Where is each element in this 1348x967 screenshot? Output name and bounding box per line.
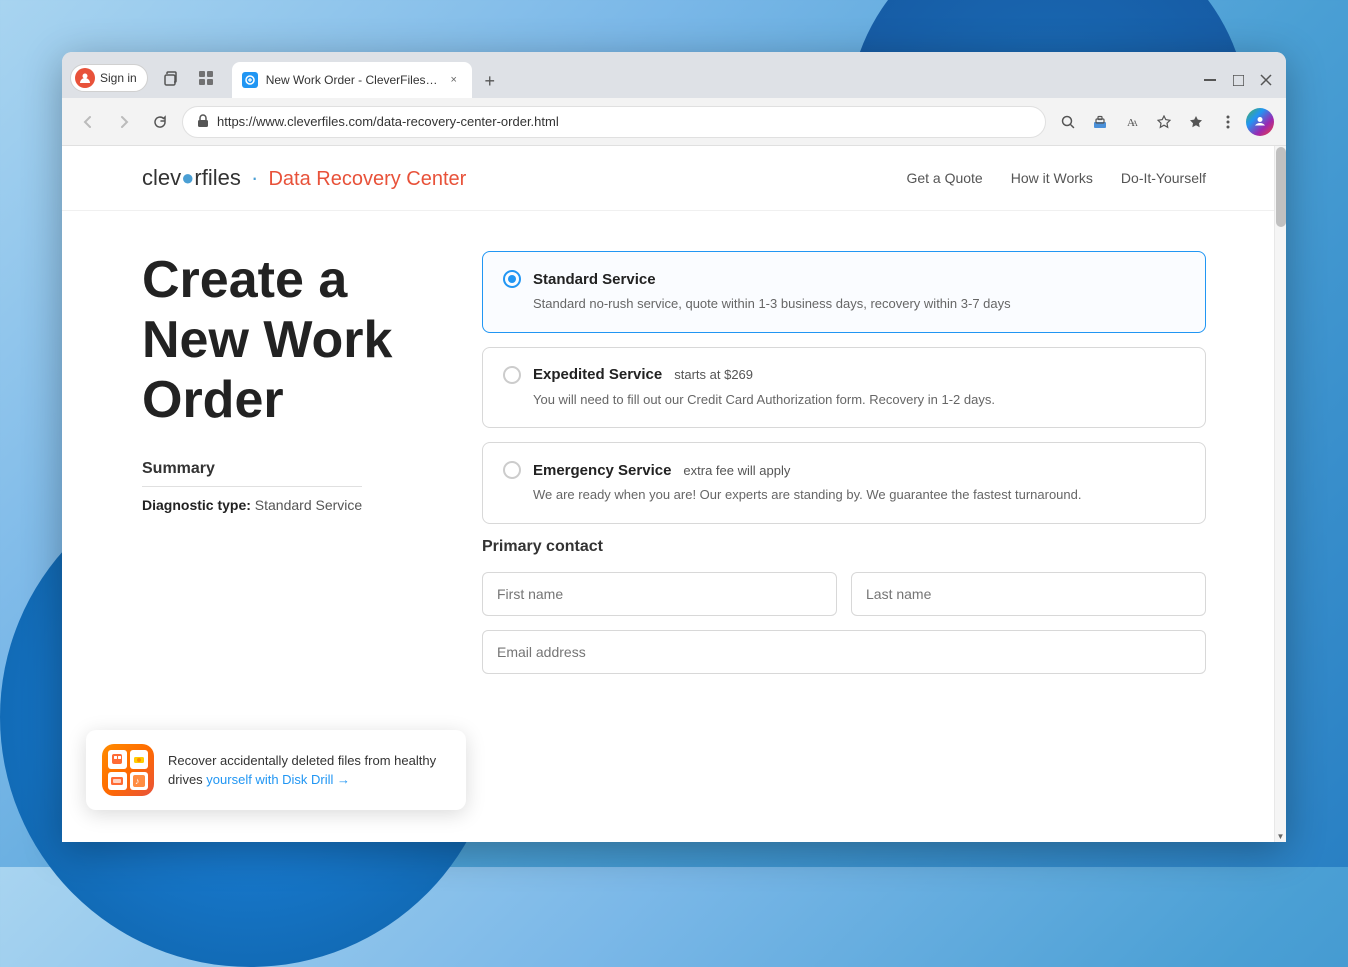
scroll-down-arrow[interactable]: ▼	[1275, 830, 1286, 842]
tab-grid-button[interactable]	[192, 64, 220, 92]
user-icon	[75, 68, 95, 88]
nav-get-quote[interactable]: Get a Quote	[906, 170, 982, 186]
service-name-expedited: Expedited Service	[533, 366, 662, 383]
reader-view-icon[interactable]: A A	[1118, 108, 1146, 136]
service-card-emergency[interactable]: Emergency Service extra fee will apply W…	[482, 442, 1206, 524]
reload-button[interactable]	[146, 108, 174, 136]
minimize-button[interactable]	[1198, 68, 1222, 92]
radio-emergency[interactable]	[503, 461, 521, 479]
more-actions-icon[interactable]	[1214, 108, 1242, 136]
page-title: Create a New Work Order	[142, 251, 422, 430]
edge-profile-icon[interactable]	[1246, 108, 1274, 136]
primary-contact-title: Primary contact	[482, 538, 1206, 556]
url-bar[interactable]: https://www.cleverfiles.com/data-recover…	[182, 106, 1046, 138]
first-name-input[interactable]	[482, 572, 837, 616]
last-name-input[interactable]	[851, 572, 1206, 616]
url-text: https://www.cleverfiles.com/data-recover…	[217, 114, 1031, 129]
search-icon[interactable]	[1054, 108, 1082, 136]
site-logo: clev●rfiles · Data Recovery Center	[142, 165, 466, 191]
back-button[interactable]	[74, 108, 102, 136]
sign-in-button[interactable]: Sign in	[70, 64, 148, 92]
service-card-standard[interactable]: Standard Service Standard no-rush servic…	[482, 251, 1206, 333]
toast-link[interactable]: yourself with Disk Drill →	[206, 772, 350, 787]
scrollbar-thumb[interactable]	[1276, 147, 1286, 227]
service-badge-emergency: extra fee will apply	[683, 463, 790, 478]
toast-notification: ♪ Recover accidentally deleted files fro…	[86, 730, 466, 810]
active-tab[interactable]: New Work Order - CleverFiles Da ×	[232, 62, 472, 98]
new-tab-button[interactable]: +	[476, 70, 504, 98]
tab-favicon	[242, 72, 258, 88]
service-desc-expedited: You will need to fill out our Credit Car…	[533, 390, 1185, 410]
maximize-button[interactable]	[1226, 68, 1250, 92]
summary-section: Summary Diagnostic type: Standard Servic…	[142, 460, 422, 513]
site-nav: clev●rfiles · Data Recovery Center Get a…	[62, 146, 1286, 211]
nav-do-it-yourself[interactable]: Do-It-Yourself	[1121, 170, 1206, 186]
name-row	[482, 572, 1206, 616]
email-input[interactable]	[482, 630, 1206, 674]
scrollbar[interactable]: ▲ ▼	[1274, 146, 1286, 842]
favorites-bar-icon[interactable]	[1182, 108, 1210, 136]
nav-how-it-works[interactable]: How it Works	[1011, 170, 1093, 186]
disk-drill-icon: ♪	[102, 744, 154, 796]
lock-icon	[197, 114, 209, 130]
tab-close-button[interactable]: ×	[446, 72, 462, 88]
radio-standard[interactable]	[503, 270, 521, 288]
left-panel: Create a New Work Order Summary Diagnost…	[142, 251, 422, 674]
close-button[interactable]	[1254, 68, 1278, 92]
svg-text:♪: ♪	[135, 776, 140, 786]
forward-button[interactable]	[110, 108, 138, 136]
tab-bar: Sign in	[62, 52, 1286, 98]
summary-title: Summary	[142, 460, 362, 487]
service-name-standard: Standard Service	[533, 271, 656, 288]
browser-window: Sign in	[62, 52, 1286, 842]
address-bar: https://www.cleverfiles.com/data-recover…	[62, 98, 1286, 146]
tab-title: New Work Order - CleverFiles Da	[266, 73, 438, 87]
svg-text:A: A	[1132, 119, 1138, 128]
primary-contact-section: Primary contact	[482, 538, 1206, 674]
nav-links: Get a Quote How it Works Do-It-Yourself	[906, 170, 1206, 186]
page-content: clev●rfiles · Data Recovery Center Get a…	[62, 146, 1286, 842]
service-name-emergency: Emergency Service	[533, 462, 671, 479]
summary-diagnostic: Diagnostic type: Standard Service	[142, 497, 422, 513]
toast-text: Recover accidentally deleted files from …	[168, 751, 450, 790]
favorites-icon[interactable]	[1150, 108, 1178, 136]
right-panel: Standard Service Standard no-rush servic…	[482, 251, 1206, 674]
service-card-expedited[interactable]: Expedited Service starts at $269 You wil…	[482, 347, 1206, 429]
service-badge-expedited: starts at $269	[674, 367, 753, 382]
radio-expedited[interactable]	[503, 366, 521, 384]
duplicate-tab-button[interactable]	[156, 64, 184, 92]
service-desc-standard: Standard no-rush service, quote within 1…	[533, 294, 1185, 314]
service-desc-emergency: We are ready when you are! Our experts a…	[533, 485, 1185, 505]
email-row	[482, 630, 1206, 674]
main-content: Create a New Work Order Summary Diagnost…	[62, 211, 1286, 714]
collections-icon[interactable]	[1086, 108, 1114, 136]
